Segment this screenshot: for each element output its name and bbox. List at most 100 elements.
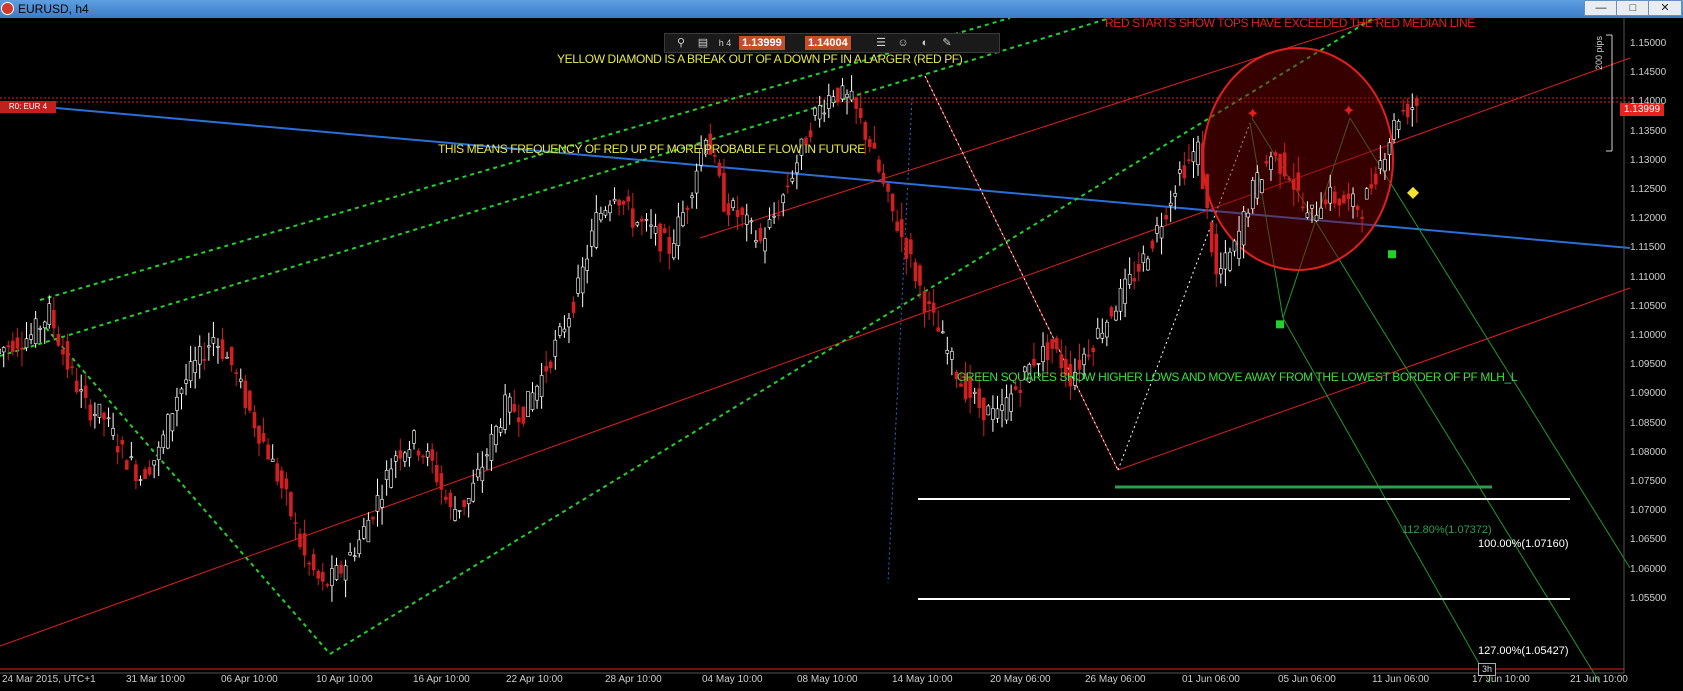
- candle-bearish: [1091, 347, 1095, 353]
- chart-toolbar: ⚲ ▤ h 4 1.13999 1.14004 ☰ ☺ ◐ ✎: [664, 33, 1000, 53]
- candle-bearish: [1214, 233, 1219, 275]
- search-icon[interactable]: ⚲: [673, 36, 689, 50]
- candle-bullish: [681, 212, 685, 227]
- candle-bullish: [991, 408, 995, 420]
- candle-bearish: [1109, 307, 1114, 317]
- candle-bearish: [316, 570, 321, 579]
- time-axis-label: 14 May 10:00: [892, 674, 953, 685]
- candle-bearish: [1050, 339, 1054, 349]
- candle-bearish: [854, 97, 858, 109]
- list-icon[interactable]: ☰: [873, 36, 889, 50]
- candle-bullish: [1, 347, 6, 353]
- price-axis-label: 1.08500: [1630, 417, 1667, 429]
- price-axis-label: 1.14000: [1630, 96, 1667, 108]
- candle-bearish: [1059, 354, 1064, 369]
- candle-bullish: [676, 216, 681, 246]
- candle-bullish: [352, 555, 357, 558]
- candle-bullish: [129, 456, 134, 459]
- candle-bullish: [1396, 120, 1401, 130]
- candle-bullish: [393, 455, 398, 462]
- candle-bearish: [877, 159, 881, 172]
- time-axis-label: 11 Jun 06:00: [1372, 674, 1430, 685]
- candle-bullish: [179, 388, 184, 395]
- candle-bearish: [279, 470, 284, 489]
- candle-bearish: [517, 417, 521, 423]
- price-axis-label: 1.10000: [1630, 330, 1667, 341]
- annotation-yellow-diamond: YELLOW DIAMOND IS A BREAK OUT OF A DOWN …: [557, 52, 963, 66]
- candle-bullish: [553, 339, 558, 357]
- price-axis-label: 1.08000: [1630, 446, 1667, 458]
- chart-icon[interactable]: ▤: [695, 36, 711, 50]
- close-button[interactable]: ✕: [1648, 0, 1682, 16]
- price-axis-label: 1.12000: [1630, 213, 1667, 225]
- price-axis-label: 1.11000: [1630, 271, 1666, 283]
- candle-bullish: [97, 403, 102, 418]
- candle-bullish: [389, 468, 393, 488]
- candle-bullish: [845, 93, 849, 98]
- candle-bullish: [1387, 142, 1392, 155]
- green-square-marker: [1388, 250, 1396, 259]
- candle-bearish: [261, 433, 266, 442]
- candle-bullish: [1123, 278, 1127, 304]
- candle-bullish: [690, 195, 694, 199]
- candle-bearish: [785, 185, 790, 188]
- price-chart[interactable]: ✦ ✦: [0, 18, 1683, 691]
- candle-bearish: [927, 301, 931, 305]
- candle-bullish: [576, 277, 580, 294]
- mode-icon[interactable]: ◐: [917, 36, 933, 50]
- face-icon[interactable]: ☺: [895, 36, 911, 50]
- candle-bullish: [813, 107, 817, 116]
- candle-bearish: [776, 214, 781, 217]
- candle-bearish: [371, 516, 375, 520]
- candle-bullish: [348, 552, 352, 556]
- edit-icon[interactable]: ✎: [939, 36, 955, 50]
- candle-bullish: [407, 449, 412, 458]
- candle-bullish: [1155, 225, 1159, 234]
- price-axis-label: 1.06500: [1630, 534, 1667, 546]
- candle-bearish: [1205, 174, 1209, 209]
- candle-bearish: [913, 262, 918, 282]
- candle-bullish: [1250, 179, 1255, 210]
- candle-bullish: [1310, 204, 1314, 209]
- candle-bearish: [1209, 222, 1214, 253]
- candle-bullish: [1146, 258, 1150, 271]
- candle-bullish: [1269, 156, 1273, 170]
- fib-label-100: 100.00%(1.07160): [1478, 538, 1569, 550]
- candle-bullish: [207, 345, 211, 348]
- candle-bearish: [621, 201, 626, 205]
- ask-price-button[interactable]: 1.14004: [805, 36, 851, 50]
- candle-bearish: [858, 108, 863, 118]
- candle-bearish: [52, 309, 56, 329]
- price-axis-label: 1.11500: [1630, 242, 1666, 254]
- bid-price-button[interactable]: 1.13999: [739, 36, 785, 50]
- time-axis-label: 01 Jun 06:00: [1182, 674, 1240, 685]
- annotation-green-squares: GREEN SQUARES SHOW HIGHER LOWS AND MOVE …: [957, 370, 1518, 384]
- price-axis-label: 1.07500: [1630, 476, 1667, 487]
- candle-bullish: [47, 303, 52, 325]
- candle-bearish: [202, 358, 207, 361]
- timeframe-icon[interactable]: h 4: [717, 36, 733, 50]
- candle-bullish: [503, 394, 507, 430]
- candle-bullish: [767, 219, 772, 228]
- candle-bullish: [1127, 273, 1132, 285]
- candle-bearish: [1086, 354, 1091, 357]
- candle-bearish: [421, 455, 425, 458]
- candle-bearish: [1282, 152, 1287, 177]
- yellow-diamond-marker: [1407, 186, 1419, 199]
- minimize-button[interactable]: —: [1584, 0, 1618, 16]
- candle-bearish: [134, 464, 138, 482]
- candle-bearish: [325, 584, 330, 586]
- candle-bearish: [56, 333, 61, 346]
- time-axis-label: 06 Apr 10:00: [221, 674, 278, 685]
- maximize-button[interactable]: □: [1616, 0, 1650, 16]
- candle-bearish: [1405, 103, 1410, 118]
- candle-bearish: [1054, 337, 1059, 350]
- candle-bullish: [526, 391, 530, 418]
- candle-bullish: [603, 210, 608, 216]
- price-axis-label: 1.13000: [1630, 154, 1667, 166]
- candle-bearish: [899, 219, 904, 238]
- candle-bullish: [744, 214, 749, 225]
- candle-bullish: [184, 379, 188, 384]
- candle-bearish: [1278, 154, 1282, 174]
- candle-bearish: [229, 346, 234, 366]
